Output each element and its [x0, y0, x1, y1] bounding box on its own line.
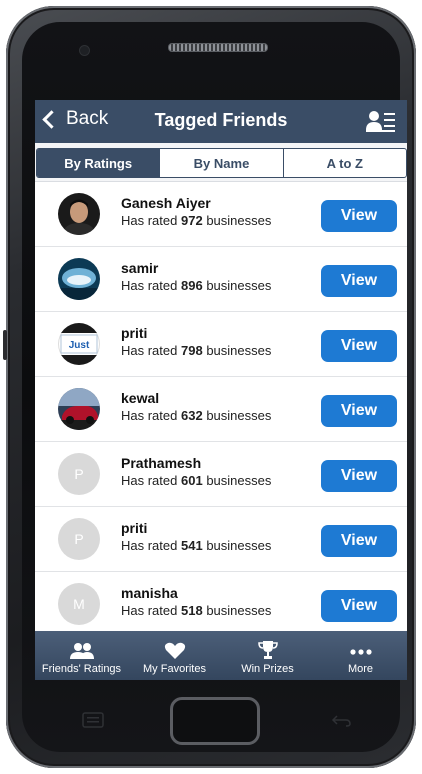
friend-name: Ganesh Aiyer: [121, 195, 211, 211]
friends-icon: [69, 643, 94, 659]
list-item[interactable]: Ganesh Aiyer Has rated 972 businesses Vi…: [35, 182, 407, 247]
rated-count-text: Has rated 972 businesses: [121, 213, 272, 228]
segment-a-to-z[interactable]: A to Z: [284, 149, 406, 177]
bottom-tab-bar: Friends' Ratings My Favorites Win Prizes: [35, 631, 407, 680]
menu-key-icon: [82, 712, 104, 728]
list-item[interactable]: P priti Has rated 541 businesses View: [35, 507, 407, 572]
home-button: [170, 697, 260, 745]
tab-label: Win Prizes: [241, 663, 294, 675]
friend-name: priti: [121, 520, 148, 536]
earpiece-speaker: [168, 43, 268, 52]
volume-button: [3, 330, 7, 360]
list-item[interactable]: P Prathamesh Has rated 601 businesses Vi…: [35, 442, 407, 507]
avatar: M: [58, 583, 100, 625]
list-item[interactable]: kewal Has rated 632 businesses View: [35, 377, 407, 442]
segment-by-ratings[interactable]: By Ratings: [37, 149, 161, 177]
view-button[interactable]: View: [321, 525, 397, 557]
view-button[interactable]: View: [321, 590, 397, 622]
rated-count-text: Has rated 541 businesses: [121, 538, 272, 553]
view-button[interactable]: View: [321, 395, 397, 427]
front-camera: [80, 46, 89, 55]
avatar: P: [58, 518, 100, 560]
tab-label: Friends' Ratings: [41, 663, 122, 675]
avatar: [58, 193, 100, 235]
tab-label: More: [347, 663, 374, 675]
avatar: Just: [58, 323, 100, 365]
contact-list-icon[interactable]: [365, 109, 397, 133]
more-dots-icon: [349, 649, 372, 655]
avatar: P: [58, 453, 100, 495]
app-screen: Back Tagged Friends By Ratings By Name A…: [35, 100, 407, 680]
list-item[interactable]: M manisha Has rated 518 businesses View: [35, 572, 407, 637]
sort-segment-bar: By Ratings By Name A to Z: [35, 143, 407, 182]
tab-friends-ratings[interactable]: Friends' Ratings: [35, 631, 128, 680]
avatar: [58, 258, 100, 300]
nav-header: Back Tagged Friends: [35, 100, 407, 143]
avatar: [58, 388, 100, 430]
trophy-icon: [257, 641, 278, 659]
list-item[interactable]: Just priti Has rated 798 businesses View: [35, 312, 407, 377]
rated-count-text: Has rated 518 businesses: [121, 603, 272, 618]
view-button[interactable]: View: [321, 460, 397, 492]
tab-more[interactable]: More: [314, 631, 407, 680]
friends-list: Ganesh Aiyer Has rated 972 businesses Vi…: [35, 182, 407, 637]
tab-my-favorites[interactable]: My Favorites: [128, 631, 221, 680]
rated-count-text: Has rated 798 businesses: [121, 343, 272, 358]
rated-count-text: Has rated 601 businesses: [121, 473, 272, 488]
view-button[interactable]: View: [321, 330, 397, 362]
friend-name: manisha: [121, 585, 178, 601]
justdial-logo: Just: [69, 340, 90, 351]
view-button[interactable]: View: [321, 200, 397, 232]
rated-count-text: Has rated 632 businesses: [121, 408, 272, 423]
sort-segmented-control: By Ratings By Name A to Z: [36, 148, 407, 178]
tab-label: My Favorites: [143, 663, 206, 675]
back-key-icon: [331, 715, 351, 727]
heart-icon: [164, 642, 185, 659]
rated-count-text: Has rated 896 businesses: [121, 278, 272, 293]
list-item[interactable]: samir Has rated 896 businesses View: [35, 247, 407, 312]
friend-name: samir: [121, 260, 159, 276]
view-button[interactable]: View: [321, 265, 397, 297]
friend-name: kewal: [121, 390, 160, 406]
friend-name: Prathamesh: [121, 455, 202, 471]
friend-name: priti: [121, 325, 148, 341]
tab-win-prizes[interactable]: Win Prizes: [221, 631, 314, 680]
segment-by-name[interactable]: By Name: [160, 149, 284, 177]
page-title: Tagged Friends: [154, 110, 288, 130]
